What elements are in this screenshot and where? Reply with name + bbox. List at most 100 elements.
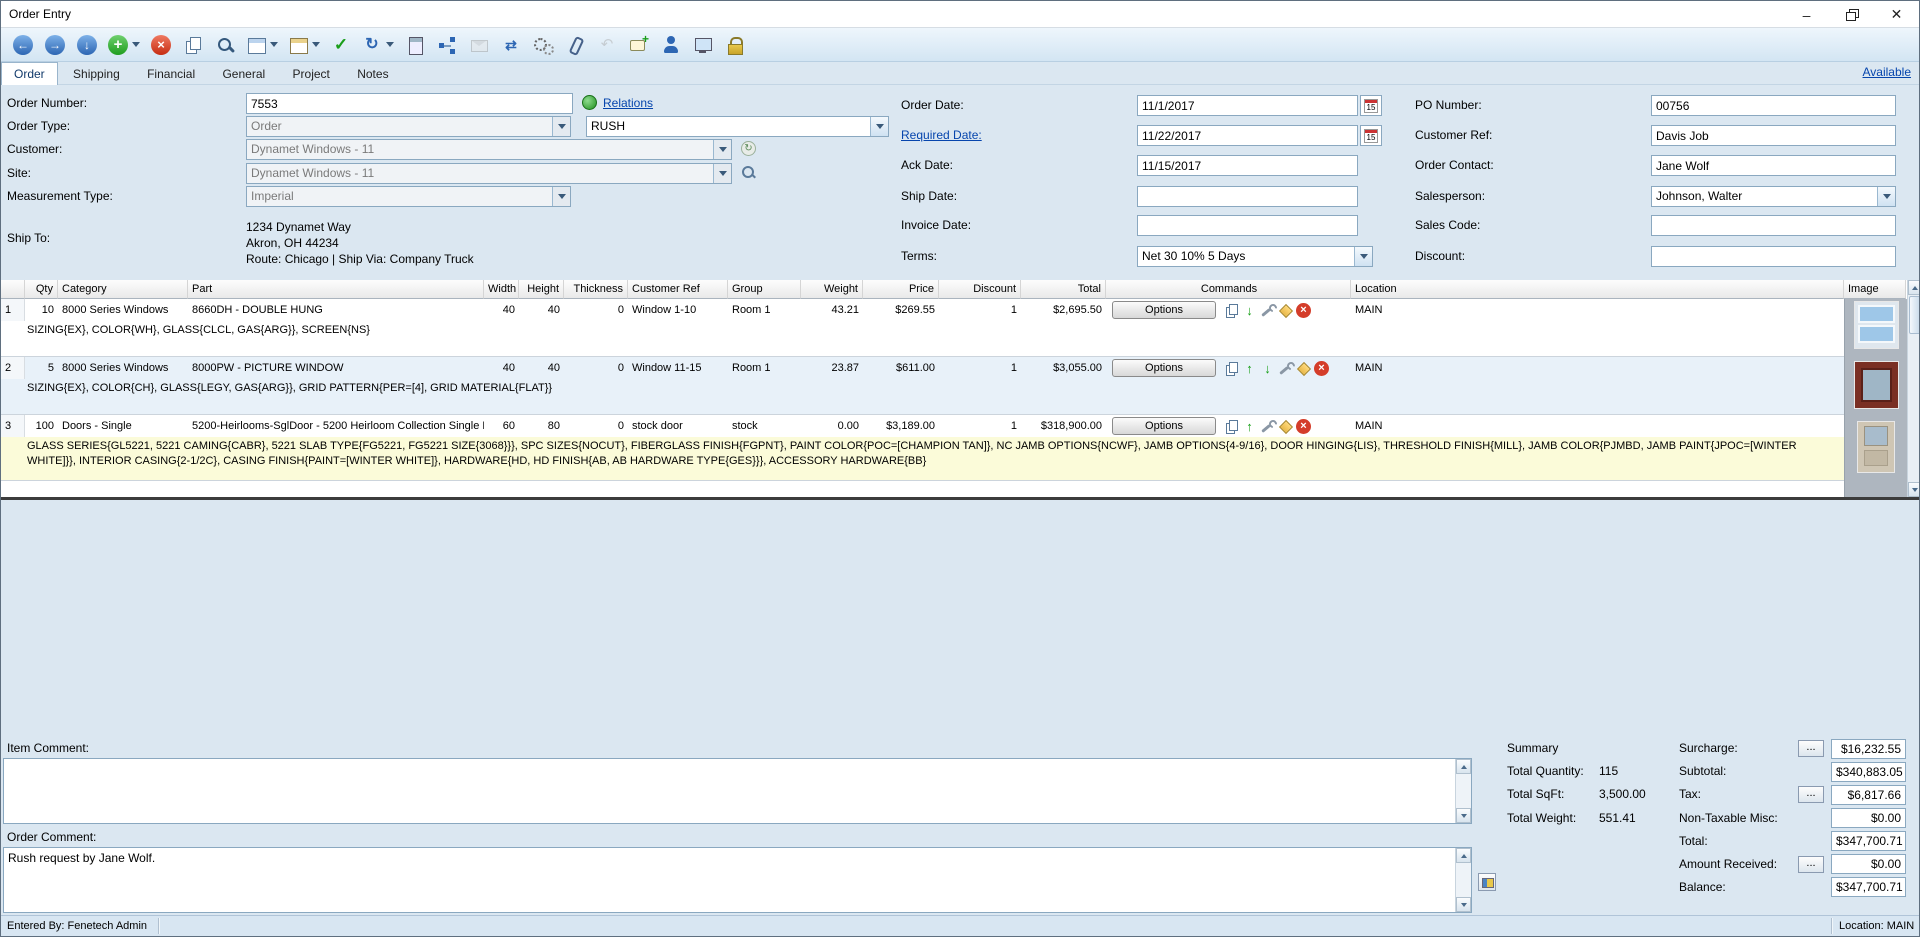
col-header-image[interactable]: Image <box>1844 280 1906 299</box>
col-header-width[interactable]: Width <box>484 280 519 299</box>
price-tag-icon[interactable] <box>1278 303 1293 318</box>
door-thumbnail[interactable] <box>1857 421 1895 473</box>
edit-row-icon[interactable] <box>1260 419 1275 434</box>
table-row[interactable]: 1 10 8000 Series Windows 8660DH - DOUBLE… <box>1 299 1907 321</box>
mail-button[interactable] <box>464 31 494 59</box>
grid-bottom-splitter[interactable] <box>1 497 1920 500</box>
invoice-date-input[interactable] <box>1137 215 1358 236</box>
surcharge-ellipsis-button[interactable]: ... <box>1798 740 1824 757</box>
copy-row-icon[interactable] <box>1224 419 1239 434</box>
options-button[interactable]: Options <box>1112 417 1216 435</box>
attachment-button[interactable] <box>560 31 590 59</box>
chevron-down-icon[interactable] <box>1877 187 1895 206</box>
col-header-weight[interactable]: Weight <box>801 280 863 299</box>
search-button[interactable] <box>210 31 240 59</box>
chevron-down-icon[interactable] <box>870 117 888 136</box>
site-combo[interactable]: Dynamet Windows - 11 <box>246 163 732 184</box>
col-header-qty[interactable]: Qty <box>25 280 58 299</box>
amount-received-ellipsis-button[interactable]: ... <box>1798 856 1824 873</box>
table-design-button[interactable] <box>242 31 282 59</box>
copy-row-icon[interactable] <box>1224 303 1239 318</box>
move-row-up-icon[interactable] <box>1242 419 1257 434</box>
down-button[interactable] <box>72 31 102 59</box>
tax-ellipsis-button[interactable]: ... <box>1798 786 1824 803</box>
order-date-picker-button[interactable]: 15 <box>1360 95 1382 116</box>
col-header-customer-ref[interactable]: Customer Ref <box>628 280 728 299</box>
user-button[interactable] <box>656 31 686 59</box>
order-comment-box[interactable]: Rush request by Jane Wolf. <box>3 847 1472 913</box>
salesperson-combo[interactable]: Johnson, Walter <box>1651 186 1896 207</box>
table-row[interactable]: 2 5 8000 Series Windows 8000PW - PICTURE… <box>1 357 1907 379</box>
sales-code-input[interactable] <box>1651 215 1896 236</box>
dropdown-caret-icon[interactable] <box>386 42 394 47</box>
price-tag-icon[interactable] <box>1278 419 1293 434</box>
scroll-up-icon[interactable] <box>1908 280 1920 295</box>
dropdown-caret-icon[interactable] <box>312 42 320 47</box>
delete-button[interactable] <box>146 31 176 59</box>
tab-general[interactable]: General <box>210 63 277 85</box>
workflow-button[interactable] <box>432 31 462 59</box>
col-header-location[interactable]: Location <box>1351 280 1844 299</box>
delete-row-icon[interactable] <box>1296 303 1311 318</box>
scroll-down-icon[interactable] <box>1908 482 1920 497</box>
move-row-down-icon[interactable] <box>1242 303 1257 318</box>
move-row-down-icon[interactable] <box>1260 361 1275 376</box>
site-search-icon[interactable] <box>741 165 756 180</box>
close-button[interactable]: ✕ <box>1874 1 1919 28</box>
col-header-part[interactable]: Part <box>188 280 484 299</box>
chevron-down-icon[interactable] <box>1354 247 1372 266</box>
col-header-price[interactable]: Price <box>863 280 939 299</box>
add-button[interactable] <box>104 31 144 59</box>
undo-button[interactable] <box>592 31 622 59</box>
order-comment-scrollbar[interactable] <box>1455 848 1471 912</box>
ack-date-input[interactable] <box>1137 155 1358 176</box>
order-number-input[interactable] <box>246 93 573 114</box>
options-button[interactable]: Options <box>1112 301 1216 319</box>
col-header-total[interactable]: Total <box>1021 280 1106 299</box>
settings-button[interactable] <box>528 31 558 59</box>
relations-link[interactable]: Relations <box>603 96 653 110</box>
comment-add-button[interactable] <box>624 31 654 59</box>
double-hung-thumbnail[interactable] <box>1854 301 1899 349</box>
table-row[interactable]: 3 100 Doors - Single 5200-Heirlooms-SglD… <box>1 415 1907 437</box>
measurement-type-combo[interactable]: Imperial <box>246 186 571 207</box>
order-date-input[interactable] <box>1137 95 1358 116</box>
chevron-down-icon[interactable] <box>552 117 570 136</box>
scroll-down-icon[interactable] <box>1456 897 1471 912</box>
col-header-height[interactable]: Height <box>519 280 564 299</box>
price-tag-icon[interactable] <box>1296 361 1311 376</box>
grid-vertical-scrollbar[interactable] <box>1907 280 1920 497</box>
order-contact-input[interactable] <box>1651 155 1896 176</box>
back-button[interactable] <box>8 31 38 59</box>
minimize-button[interactable]: – <box>1784 1 1829 28</box>
terms-combo[interactable]: Net 30 10% 5 Days <box>1137 246 1373 267</box>
tab-order[interactable]: Order <box>1 62 58 85</box>
refresh-button[interactable] <box>358 31 398 59</box>
customer-sync-icon[interactable] <box>741 141 756 156</box>
order-comment-zoom-button[interactable] <box>1478 873 1496 891</box>
edit-row-icon[interactable] <box>1260 303 1275 318</box>
scroll-down-icon[interactable] <box>1456 808 1471 823</box>
options-button[interactable]: Options <box>1112 359 1216 377</box>
required-date-picker-button[interactable]: 15 <box>1360 125 1382 146</box>
item-comment-scrollbar[interactable] <box>1455 759 1471 823</box>
customer-combo[interactable]: Dynamet Windows - 11 <box>246 139 732 160</box>
copy-button[interactable] <box>178 31 208 59</box>
item-comment-box[interactable] <box>3 758 1472 824</box>
dropdown-caret-icon[interactable] <box>132 42 140 47</box>
chevron-down-icon[interactable] <box>713 140 731 159</box>
chevron-down-icon[interactable] <box>713 164 731 183</box>
discount-input[interactable] <box>1651 246 1896 267</box>
preview-button[interactable] <box>688 31 718 59</box>
tab-financial[interactable]: Financial <box>135 63 207 85</box>
scroll-up-icon[interactable] <box>1456 848 1471 863</box>
ship-date-input[interactable] <box>1137 186 1358 207</box>
calculator-button[interactable] <box>400 31 430 59</box>
col-header-rownum[interactable] <box>1 280 25 299</box>
forward-button[interactable] <box>40 31 70 59</box>
available-link[interactable]: Available <box>1863 65 1911 79</box>
col-header-discount[interactable]: Discount <box>939 280 1021 299</box>
picture-window-thumbnail[interactable] <box>1854 361 1899 409</box>
table-view-button[interactable] <box>284 31 324 59</box>
col-header-commands[interactable]: Commands <box>1106 280 1351 299</box>
